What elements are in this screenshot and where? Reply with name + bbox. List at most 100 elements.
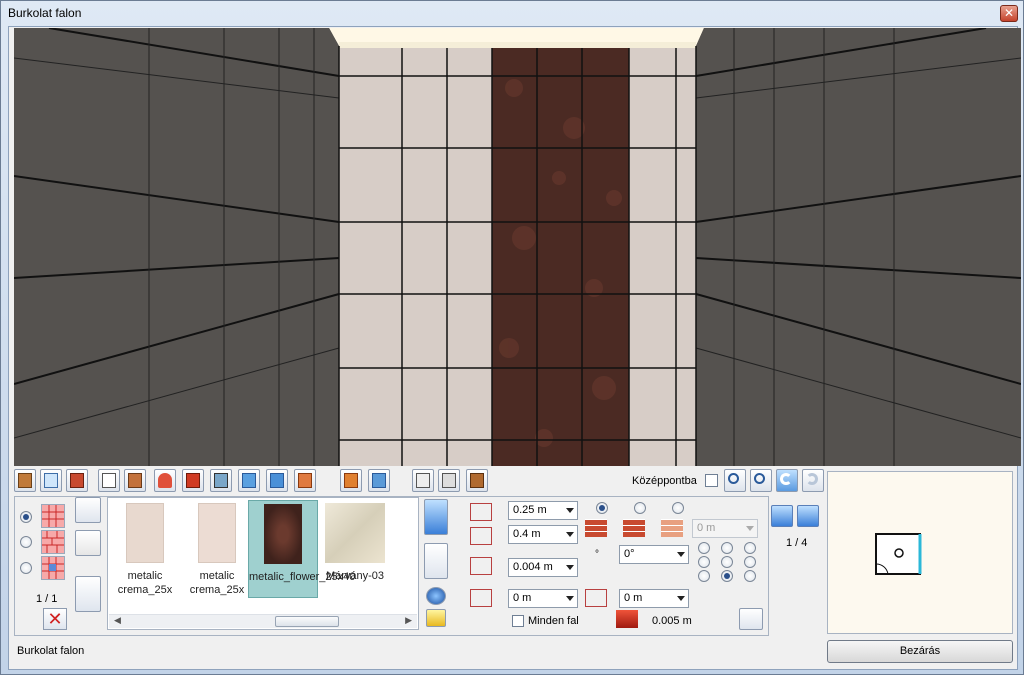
cabinet-icon[interactable] — [98, 469, 120, 492]
refresh-icon[interactable] — [739, 608, 763, 630]
zoom-out-icon[interactable] — [750, 469, 772, 492]
room-plan — [875, 533, 922, 575]
material-list: metalic crema_25x metalic crema_25x meta… — [107, 497, 419, 630]
offset-x-icon — [470, 589, 492, 607]
anchor-radio-4[interactable] — [698, 556, 710, 568]
tile-height-field[interactable]: 0.4 m — [508, 525, 578, 544]
material-label: Márvány-03 — [325, 570, 385, 582]
star-icon[interactable] — [426, 609, 446, 627]
picture-icon[interactable] — [210, 469, 232, 492]
every-wall-checkbox[interactable] — [512, 615, 524, 627]
material-swatch — [264, 504, 302, 564]
prev-page-icon[interactable] — [771, 505, 793, 527]
toolbar: Középpontba — [14, 469, 829, 495]
pattern-radio-1[interactable] — [20, 511, 32, 523]
layout-radio-2[interactable] — [634, 502, 646, 514]
wall-tile-icon[interactable] — [340, 469, 362, 492]
offset-y-field[interactable]: 0 m — [619, 589, 689, 608]
scroll-right-icon[interactable]: ▶ — [405, 615, 412, 626]
page-counter: 1 / 4 — [786, 537, 808, 549]
wall-tile-2-icon[interactable] — [368, 469, 390, 492]
angle-field[interactable]: 0° — [619, 545, 689, 564]
material-label: metalic crema_25x — [117, 570, 173, 596]
material-item-4[interactable]: Márvány-03 — [320, 500, 390, 598]
window-title: Burkolat falon — [8, 6, 82, 20]
material-label: metalic crema_25x — [189, 570, 245, 596]
brick-pattern-2-icon — [623, 519, 645, 537]
undo-icon[interactable] — [776, 469, 798, 492]
material-scrollbar[interactable]: ◀ ▶ — [109, 614, 417, 628]
next-page-icon[interactable] — [797, 505, 819, 527]
status-text: Burkolat falon — [17, 645, 85, 657]
title-bar: Burkolat falon ✕ — [1, 1, 1023, 25]
redo-icon[interactable] — [802, 469, 824, 492]
paint-icon[interactable] — [75, 497, 101, 523]
diagonal-pattern-icon[interactable] — [41, 556, 65, 580]
ceiling-tile-icon[interactable] — [266, 469, 288, 492]
material-swatch — [198, 503, 236, 563]
material-item-2[interactable]: metalic crema_25x — [182, 500, 252, 598]
tile-settings-panel: 1 / 1 ✕ metalic crema_25x metalic crema_… — [14, 496, 769, 636]
brick-pattern-3-icon — [661, 519, 683, 537]
shift-field: 0 m — [692, 519, 758, 538]
delete-button[interactable]: ✕ — [43, 608, 67, 630]
brick-pattern-1-icon — [585, 519, 607, 537]
anchor-radio-7[interactable] — [698, 570, 710, 582]
room-preview — [827, 471, 1013, 634]
scroll-thumb[interactable] — [275, 616, 339, 627]
pattern-radio-3[interactable] — [20, 562, 32, 574]
window-close-button[interactable]: ✕ — [1000, 5, 1018, 22]
pattern-radio-2[interactable] — [20, 536, 32, 548]
joint-width-field[interactable]: 0.004 m — [508, 558, 578, 577]
center-label: Középpontba — [632, 475, 697, 487]
door-2-icon[interactable] — [466, 469, 488, 492]
window-icon[interactable] — [40, 469, 62, 492]
floor-tile-icon[interactable] — [238, 469, 260, 492]
door-icon[interactable] — [14, 469, 36, 492]
every-wall-label: Minden fal — [528, 615, 579, 627]
anchor-radio-5[interactable] — [721, 556, 733, 568]
globe-icon[interactable] — [426, 587, 446, 605]
anchor-radio-1[interactable] — [698, 542, 710, 554]
border-tile-icon[interactable] — [294, 469, 316, 492]
trash-icon[interactable] — [412, 469, 434, 492]
layout-radio-1[interactable] — [596, 502, 608, 514]
radiator-icon[interactable] — [124, 469, 146, 492]
offset-y-icon — [585, 589, 607, 607]
tap-icon[interactable] — [438, 469, 460, 492]
angle-icon: ° — [595, 549, 599, 560]
tile-width-icon — [470, 503, 492, 521]
anchor-radio-9[interactable] — [744, 570, 756, 582]
niche-icon[interactable] — [66, 469, 88, 492]
material-swatch — [126, 503, 164, 563]
add-material-button[interactable] — [424, 499, 448, 535]
offset-pattern-icon[interactable] — [41, 530, 65, 554]
material-swatch — [325, 503, 385, 563]
close-button[interactable]: Bezárás — [827, 640, 1013, 663]
anchor-radio-6[interactable] — [744, 556, 756, 568]
anchor-radio-3[interactable] — [744, 542, 756, 554]
material-item-1[interactable]: metalic crema_25x — [110, 500, 180, 598]
pattern-settings-icon[interactable] — [75, 576, 101, 612]
anchor-radio-8[interactable] — [721, 570, 733, 582]
thickness-icon — [616, 610, 638, 628]
fireplace-icon[interactable] — [182, 469, 204, 492]
tile-width-field[interactable]: 0.25 m — [508, 501, 578, 520]
paint-bucket-icon[interactable] — [75, 530, 101, 556]
zoom-in-icon[interactable] — [724, 469, 746, 492]
anchor-radio-2[interactable] — [721, 542, 733, 554]
dialog-window: Burkolat falon ✕ Középpontba 1 / 1 ✕ met… — [0, 0, 1024, 675]
lamp-icon[interactable] — [154, 469, 176, 492]
thickness-value: 0.005 m — [652, 615, 692, 627]
center-checkbox[interactable] — [705, 474, 718, 487]
3d-viewport[interactable] — [14, 28, 1021, 466]
tile-height-icon — [470, 527, 492, 545]
offset-x-field[interactable]: 0 m — [508, 589, 578, 608]
scroll-left-icon[interactable]: ◀ — [114, 615, 121, 626]
layout-radio-3[interactable] — [672, 502, 684, 514]
pattern-page-counter: 1 / 1 — [36, 593, 58, 605]
joint-width-icon — [470, 557, 492, 575]
material-item-3[interactable]: metalic_flower_25x40 — [248, 500, 355, 598]
grid-pattern-icon[interactable] — [41, 504, 65, 528]
edit-material-button[interactable] — [424, 543, 448, 579]
